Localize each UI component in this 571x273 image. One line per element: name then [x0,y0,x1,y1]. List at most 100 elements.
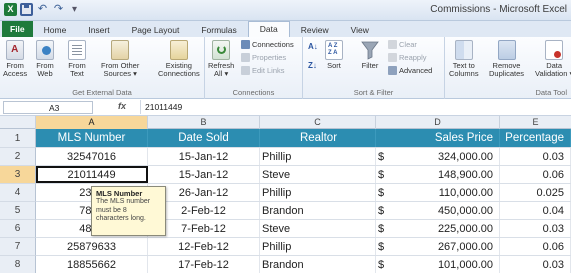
header-percentage[interactable]: Percentage [500,129,571,147]
insert-function-icon[interactable]: fx [118,101,126,111]
edit-links-button[interactable]: Edit Links [241,66,285,75]
group-label-sort-filter: Sort & Filter [353,88,394,97]
row-header[interactable]: 4 [0,184,36,202]
header-mls-number[interactable]: MLS Number [36,129,148,147]
column-header-a[interactable]: A [36,116,148,129]
group-data-tools: Text to Columns Remove Duplicates Data V… [445,37,571,99]
cell-realtor[interactable]: Phillip [260,184,376,201]
cell-percentage[interactable]: 0.06 [500,238,571,255]
cell-realtor[interactable]: Brandon [260,202,376,219]
tab-page-layout[interactable]: Page Layout [121,23,191,37]
cell-sales-price[interactable]: $101,000.00 [376,256,500,273]
reapply-button[interactable]: Reapply [388,53,427,62]
cell-mls-number[interactable]: 18855662 [36,256,148,273]
connections-button[interactable]: Connections [241,40,294,49]
column-header-b[interactable]: B [148,116,260,129]
tab-home[interactable]: Home [33,23,78,37]
clear-button[interactable]: Clear [388,40,417,49]
cell-sales-price[interactable]: $148,900.00 [376,166,500,183]
row-header[interactable]: 7 [0,238,36,256]
filter-button[interactable]: Filter [361,40,379,70]
cell-realtor[interactable]: Steve [260,166,376,183]
row-header[interactable]: 3 [0,166,36,184]
column-header-c[interactable]: C [260,116,376,129]
cell-percentage[interactable]: 0.025 [500,184,571,201]
cell-sales-price[interactable]: $324,000.00 [376,148,500,165]
column-header-e[interactable]: E [500,116,571,129]
price-amount: 450,000.00 [437,204,493,217]
cell-date-sold[interactable]: 15-Jan-12 [148,148,260,165]
name-box[interactable]: A3 [3,101,93,114]
row-header[interactable]: 6 [0,220,36,238]
data-validation-icon [545,40,564,60]
tab-data[interactable]: Data [247,21,290,37]
table-row: 21011449 15-Jan-12 Steve $148,900.00 0.06 [36,166,571,184]
cell-sales-price[interactable]: $450,000.00 [376,202,500,219]
cell-realtor[interactable]: Phillip [260,148,376,165]
cell-realtor[interactable]: Steve [260,220,376,237]
excel-app-icon[interactable]: X [4,3,17,16]
cell-realtor[interactable]: Brandon [260,256,376,273]
cell-realtor[interactable]: Phillip [260,238,376,255]
properties-label: Properties [252,53,287,62]
text-to-columns-button[interactable]: Text to Columns [449,40,479,78]
reapply-label: Reapply [399,53,427,62]
from-other-sources-button[interactable]: From Other Sources ▾ [101,40,139,78]
remove-duplicates-button[interactable]: Remove Duplicates [489,40,524,78]
sort-a-to-z-icon[interactable]: A↓ [308,42,318,51]
advanced-button[interactable]: Advanced [388,66,432,75]
sort-button[interactable]: A ZZ A Sort [325,40,343,70]
cell-mls-number[interactable]: 32547016 [36,148,148,165]
refresh-all-button[interactable]: Refresh All ▾ [208,40,234,78]
tab-review[interactable]: Review [290,23,340,37]
tab-file[interactable]: File [2,21,33,37]
formula-input[interactable]: 21011449 [140,100,568,114]
from-web-button[interactable]: From Web [36,40,54,78]
cell-mls-number[interactable]: 25879633 [36,238,148,255]
from-access-button[interactable]: A From Access [3,40,27,78]
formula-bar: A3 fx 21011449 [0,100,571,116]
cell-sales-price[interactable]: $267,000.00 [376,238,500,255]
select-all-corner[interactable] [0,116,36,129]
header-sales-price[interactable]: Sales Price [376,129,500,147]
properties-button[interactable]: Properties [241,53,286,62]
clear-label: Clear [399,40,417,49]
cell-sales-price[interactable]: $225,000.00 [376,220,500,237]
cell-date-sold[interactable]: 15-Jan-12 [148,166,260,183]
redo-icon[interactable]: ↷ [52,3,65,16]
tab-view[interactable]: View [340,23,380,37]
row-header-1[interactable]: 1 [0,129,36,148]
connections-label: Connections [252,40,294,49]
cell-sales-price[interactable]: $110,000.00 [376,184,500,201]
cell-percentage[interactable]: 0.06 [500,166,571,183]
from-text-button[interactable]: From Text [68,40,86,78]
group-label-get-external-data: Get External Data [72,88,132,97]
existing-connections-button[interactable]: Existing Connections [158,40,200,78]
row-header[interactable]: 8 [0,256,36,273]
cell-date-sold[interactable]: 17-Feb-12 [148,256,260,273]
tab-formulas[interactable]: Formulas [190,23,247,37]
filter-label: Filter [361,61,379,70]
cell-percentage[interactable]: 0.03 [500,256,571,273]
cell-percentage[interactable]: 0.03 [500,148,571,165]
cell-percentage[interactable]: 0.04 [500,202,571,219]
from-access-label-2: Access [3,69,28,78]
cell-date-sold[interactable]: 12-Feb-12 [148,238,260,255]
cell-mls-number[interactable]: 21011449 [36,166,148,183]
save-icon[interactable] [20,3,33,16]
cell-percentage[interactable]: 0.03 [500,220,571,237]
header-date-sold[interactable]: Date Sold [148,129,260,147]
header-realtor[interactable]: Realtor [260,129,376,147]
data-validation-label-2: Validation ▾ [535,69,571,78]
customize-qat-icon[interactable]: ▾ [68,3,81,16]
row-header[interactable]: 5 [0,202,36,220]
data-validation-button[interactable]: Data Validation ▾ [535,40,571,78]
table-row: 32547016 15-Jan-12 Phillip $324,000.00 0.03 [36,148,571,166]
tab-insert[interactable]: Insert [77,23,120,37]
undo-icon[interactable]: ↶ [36,3,49,16]
column-header-d[interactable]: D [376,116,500,129]
other-sources-icon [111,40,130,60]
row-header[interactable]: 2 [0,148,36,166]
currency-symbol: $ [378,186,385,199]
sort-z-to-a-icon[interactable]: Z↓ [308,61,317,70]
